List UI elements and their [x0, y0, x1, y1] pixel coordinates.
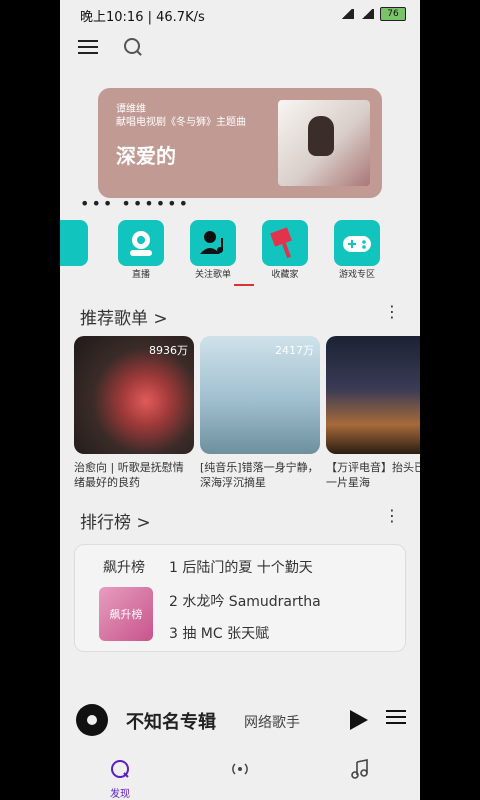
- playlist-cover: 2: [326, 336, 420, 454]
- nav-music[interactable]: [340, 758, 380, 784]
- battery-icon: 76: [380, 7, 406, 21]
- shortcut-icon: [60, 220, 88, 266]
- more-options-icon[interactable]: ⋮: [384, 302, 400, 321]
- shortcut-partial[interactable]: [60, 220, 88, 266]
- signal-icon-2: [360, 9, 374, 19]
- banner-cover-image: [278, 100, 370, 186]
- radio-icon: [232, 763, 248, 775]
- gamepad-icon: [334, 220, 380, 266]
- ranking-item[interactable]: 3 抽 MC 张天赋: [169, 623, 269, 643]
- nav-radio[interactable]: [220, 758, 260, 784]
- ranking-heading[interactable]: 排行榜 >: [80, 508, 151, 533]
- playlist-card[interactable]: 8936万 治愈向 | 听歌是抚慰情绪最好的良药: [74, 336, 194, 490]
- playlist-cover: 8936万: [74, 336, 194, 454]
- signal-icon: [340, 9, 354, 19]
- promo-banner[interactable]: 谭维维 献唱电视剧《冬与狮》主题曲 深爱的: [98, 88, 382, 198]
- shortcut-scroll-indicator: [234, 284, 254, 286]
- shortcut-row: 直播 关注歌单 收藏家 游戏专区: [60, 220, 420, 280]
- shortcut-live[interactable]: 直播: [118, 220, 164, 280]
- playlist-card[interactable]: 2417万 [纯音乐]错落一身宁静，深海浮沉摘星: [200, 336, 320, 490]
- banner-song: 深爱的: [116, 144, 176, 168]
- playlist-card[interactable]: 2 【万评电音】抬头已是一片星海: [326, 336, 420, 490]
- album-disc-icon: [76, 704, 108, 736]
- discover-icon: [111, 760, 129, 778]
- playlist-carousel: 8936万 治愈向 | 听歌是抚慰情绪最好的良药 2417万 [纯音乐]错落一身…: [74, 336, 420, 496]
- shortcut-collector[interactable]: 收藏家: [262, 220, 308, 280]
- network-speed: 46.7K/s: [156, 10, 205, 25]
- more-options-icon[interactable]: ⋮: [384, 506, 400, 525]
- user-music-icon: [190, 220, 236, 266]
- ranking-name: 飙升榜: [103, 560, 145, 576]
- status-time: 晚上10:16: [80, 10, 144, 25]
- shortcut-follow-playlist[interactable]: 关注歌单: [190, 220, 236, 280]
- status-bar: 晚上10:16 | 46.7K/s 76: [60, 0, 420, 30]
- top-bar: [78, 36, 408, 62]
- live-icon: [118, 220, 164, 266]
- nav-discover[interactable]: 发现: [100, 758, 140, 800]
- playlist-icon[interactable]: [386, 710, 406, 728]
- recommend-heading[interactable]: 推荐歌单 >: [80, 304, 168, 329]
- music-note-icon: [351, 759, 368, 779]
- ranking-cover: 飙升榜: [99, 587, 153, 641]
- ranking-item[interactable]: 1 后陆门的夏 十个勤天: [169, 557, 313, 577]
- mini-player[interactable]: 不知名专辑 网络歌手: [60, 700, 420, 744]
- menu-icon[interactable]: [78, 40, 98, 56]
- bottom-navigation: 发现: [60, 752, 420, 800]
- playlist-cover: 2417万: [200, 336, 320, 454]
- ranking-item[interactable]: 2 水龙吟 Samudrartha: [169, 591, 321, 611]
- shortcut-games[interactable]: 游戏专区: [334, 220, 380, 280]
- player-album: 不知名专辑: [126, 712, 216, 733]
- ranking-card[interactable]: 飙升榜 飙升榜 1 后陆门的夏 十个勤天 2 水龙吟 Samudrartha 3…: [74, 544, 406, 652]
- search-icon[interactable]: [124, 38, 140, 54]
- hammer-icon: [262, 220, 308, 266]
- banner-pagination: ••• ••••••: [80, 194, 191, 213]
- app-screen: 晚上10:16 | 46.7K/s 76 谭维维 献唱电视剧《冬与狮》主题曲 深…: [60, 0, 420, 800]
- play-icon[interactable]: [350, 710, 368, 730]
- player-artist: 网络歌手: [244, 715, 300, 731]
- banner-desc: 献唱电视剧《冬与狮》主题曲: [116, 117, 246, 128]
